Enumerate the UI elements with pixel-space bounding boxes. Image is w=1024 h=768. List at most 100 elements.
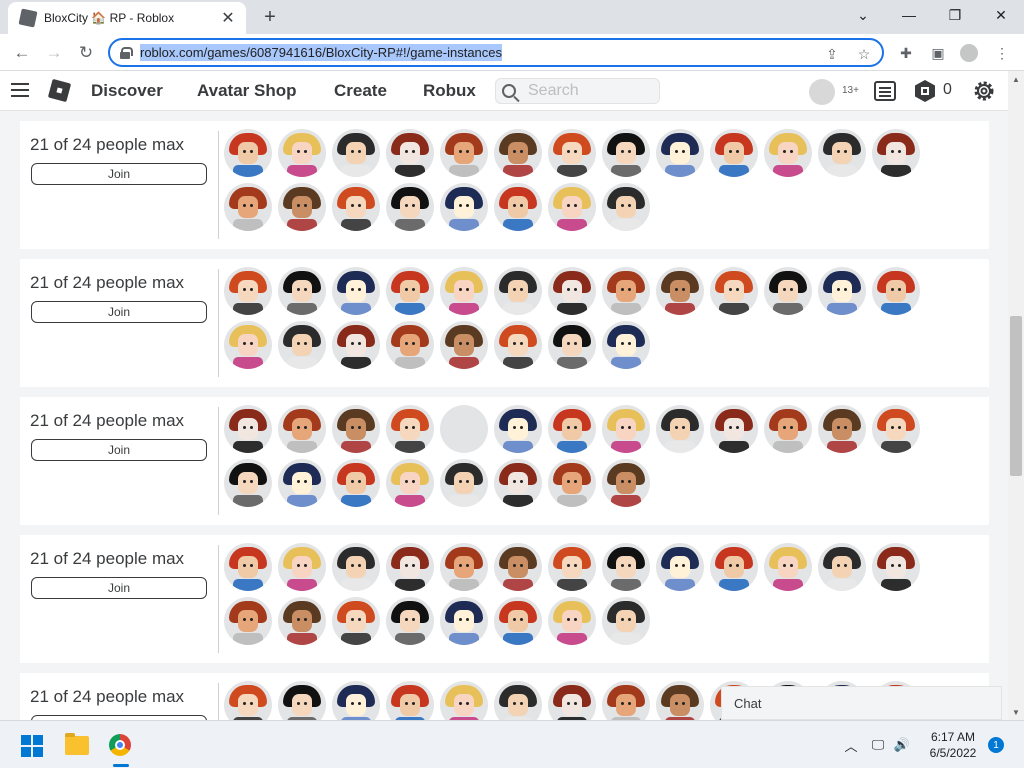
player-avatar[interactable] <box>656 405 704 453</box>
player-avatar[interactable] <box>548 681 596 720</box>
player-avatar[interactable] <box>440 597 488 645</box>
player-avatar[interactable] <box>278 267 326 315</box>
player-avatar[interactable] <box>332 681 380 720</box>
player-avatar[interactable] <box>602 681 650 720</box>
player-avatar[interactable] <box>440 321 488 369</box>
player-avatar[interactable] <box>224 543 272 591</box>
player-avatar[interactable] <box>440 183 488 231</box>
player-avatar[interactable] <box>818 129 866 177</box>
taskbar-clock[interactable]: 6:17 AM 6/5/2022 <box>918 729 988 761</box>
player-avatar[interactable] <box>656 681 704 720</box>
player-avatar[interactable] <box>332 459 380 507</box>
player-avatar[interactable] <box>224 183 272 231</box>
player-avatar[interactable] <box>656 543 704 591</box>
player-avatar[interactable] <box>278 405 326 453</box>
player-avatar[interactable] <box>440 459 488 507</box>
player-avatar[interactable] <box>224 129 272 177</box>
player-avatar[interactable] <box>548 183 596 231</box>
scroll-down-icon[interactable]: ▼ <box>1008 705 1024 719</box>
player-avatar[interactable] <box>332 183 380 231</box>
player-avatar[interactable] <box>278 183 326 231</box>
player-avatar[interactable] <box>278 321 326 369</box>
player-avatar[interactable] <box>440 129 488 177</box>
player-avatar[interactable] <box>710 405 758 453</box>
player-avatar[interactable] <box>818 405 866 453</box>
player-avatar[interactable] <box>872 405 920 453</box>
player-avatar[interactable] <box>440 681 488 720</box>
player-avatar[interactable] <box>278 459 326 507</box>
player-avatar[interactable] <box>764 543 812 591</box>
player-avatar[interactable] <box>872 129 920 177</box>
player-avatar[interactable] <box>656 129 704 177</box>
player-avatar[interactable] <box>440 267 488 315</box>
player-avatar[interactable] <box>332 597 380 645</box>
player-avatar[interactable] <box>386 543 434 591</box>
player-avatar[interactable] <box>656 267 704 315</box>
user-avatar[interactable] <box>809 79 835 105</box>
player-avatar[interactable] <box>224 321 272 369</box>
share-icon[interactable]: ⇪ <box>822 44 842 64</box>
nav-discover[interactable]: Discover <box>91 81 163 101</box>
player-avatar[interactable] <box>710 129 758 177</box>
forward-arrow-icon[interactable]: → <box>41 40 67 66</box>
join-server-button[interactable]: Join <box>31 439 207 461</box>
lock-icon[interactable] <box>120 46 133 59</box>
reload-icon[interactable]: ↻ <box>73 40 99 66</box>
player-avatar[interactable] <box>494 405 542 453</box>
player-avatar[interactable] <box>332 321 380 369</box>
player-avatar[interactable] <box>764 129 812 177</box>
file-explorer-icon[interactable] <box>65 733 89 755</box>
search-input[interactable]: Search <box>495 78 660 104</box>
player-avatar[interactable] <box>494 459 542 507</box>
player-avatar[interactable] <box>224 459 272 507</box>
nav-create[interactable]: Create <box>334 81 387 101</box>
notification-badge[interactable]: 1 <box>988 737 1004 753</box>
player-avatar[interactable] <box>818 543 866 591</box>
bookmark-star-icon[interactable]: ☆ <box>854 44 874 64</box>
hamburger-menu-icon[interactable] <box>11 83 29 97</box>
player-avatar[interactable] <box>386 681 434 720</box>
join-server-button[interactable]: Join <box>31 163 207 185</box>
windows-start-icon[interactable] <box>21 735 43 757</box>
player-avatar[interactable] <box>332 267 380 315</box>
player-avatar[interactable] <box>494 321 542 369</box>
player-avatar[interactable] <box>494 597 542 645</box>
join-server-button[interactable]: Join <box>31 301 207 323</box>
player-avatar[interactable] <box>278 597 326 645</box>
chrome-icon[interactable] <box>109 734 131 756</box>
player-avatar[interactable] <box>710 267 758 315</box>
player-avatar[interactable] <box>548 405 596 453</box>
minimize-button[interactable]: — <box>886 0 932 30</box>
player-avatar[interactable] <box>548 543 596 591</box>
player-avatar[interactable] <box>602 405 650 453</box>
player-avatar[interactable] <box>710 543 758 591</box>
player-avatar[interactable] <box>872 543 920 591</box>
tray-chevron-up-icon[interactable]: ︿ <box>842 736 860 754</box>
settings-gear-icon[interactable] <box>972 79 996 103</box>
player-avatar[interactable] <box>332 405 380 453</box>
back-arrow-icon[interactable]: ← <box>9 40 35 66</box>
player-avatar[interactable] <box>440 543 488 591</box>
player-avatar[interactable] <box>224 597 272 645</box>
player-avatar[interactable] <box>224 267 272 315</box>
player-avatar[interactable] <box>602 597 650 645</box>
url-text[interactable]: roblox.com/games/6087941616/BloxCity-RP#… <box>140 44 503 61</box>
player-avatar[interactable] <box>548 597 596 645</box>
player-avatar[interactable] <box>602 129 650 177</box>
tab-search-icon[interactable]: ⌄ <box>840 0 886 30</box>
tab-close-icon[interactable]: ✕ <box>218 8 238 28</box>
player-avatar[interactable] <box>602 459 650 507</box>
player-avatar[interactable] <box>386 321 434 369</box>
player-avatar[interactable] <box>602 267 650 315</box>
network-icon[interactable]: 🖵 <box>869 736 887 754</box>
player-avatar[interactable] <box>386 597 434 645</box>
player-avatar[interactable] <box>764 405 812 453</box>
notifications-list-icon[interactable] <box>873 79 897 103</box>
scroll-thumb[interactable] <box>1010 316 1022 476</box>
chrome-menu-icon[interactable]: ⋮ <box>989 40 1015 66</box>
nav-avatar-shop[interactable]: Avatar Shop <box>197 81 297 101</box>
player-avatar[interactable] <box>224 681 272 720</box>
player-avatar[interactable] <box>386 459 434 507</box>
browser-tab[interactable]: BloxCity 🏠 RP - Roblox ✕ <box>8 2 246 34</box>
player-avatar[interactable] <box>548 267 596 315</box>
